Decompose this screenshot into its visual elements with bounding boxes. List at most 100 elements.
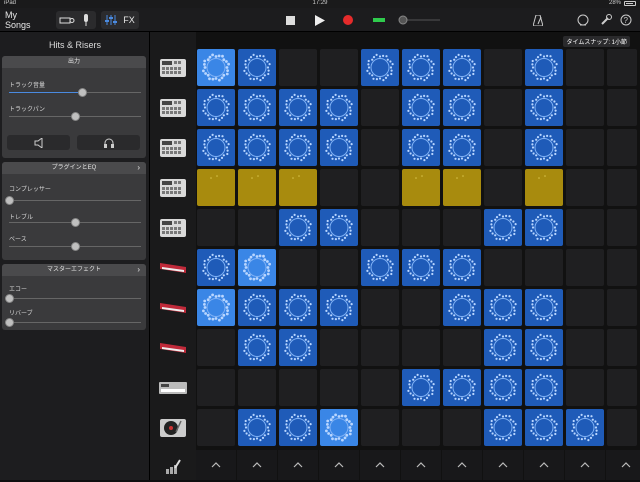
loop-cell[interactable] — [443, 89, 481, 126]
loop-cell[interactable] — [279, 289, 317, 326]
column-trigger-button[interactable] — [524, 450, 564, 480]
column-trigger-button[interactable] — [360, 450, 400, 480]
loop-cell[interactable] — [197, 129, 235, 166]
loop-cell[interactable] — [484, 409, 522, 446]
master-volume-slider[interactable] — [396, 11, 442, 29]
loop-cell[interactable] — [279, 329, 317, 366]
loop-cell[interactable] — [525, 129, 563, 166]
empty-cell[interactable] — [238, 209, 276, 246]
loop-cell[interactable] — [361, 49, 399, 86]
empty-cell[interactable] — [607, 169, 637, 206]
loop-cell[interactable] — [525, 369, 563, 406]
empty-cell[interactable] — [484, 49, 522, 86]
empty-cell[interactable] — [361, 129, 399, 166]
column-trigger-button[interactable] — [278, 450, 318, 480]
keyboard-icon[interactable] — [158, 253, 188, 283]
column-trigger-button[interactable] — [606, 450, 640, 480]
my-songs-button[interactable]: My Songs — [5, 10, 45, 30]
empty-cell[interactable] — [238, 369, 276, 406]
solo-button[interactable] — [77, 135, 140, 150]
treble-knob[interactable] — [9, 218, 141, 227]
empty-cell[interactable] — [320, 249, 358, 286]
loop-cell[interactable] — [238, 49, 276, 86]
empty-cell[interactable] — [361, 209, 399, 246]
empty-cell[interactable] — [361, 169, 399, 206]
empty-cell[interactable] — [361, 89, 399, 126]
empty-cell[interactable] — [443, 209, 481, 246]
loop-cell[interactable] — [525, 209, 563, 246]
loop-cell[interactable] — [320, 209, 358, 246]
loop-cell[interactable] — [484, 289, 522, 326]
empty-cell[interactable] — [197, 329, 235, 366]
empty-cell[interactable] — [607, 409, 637, 446]
empty-cell[interactable] — [320, 169, 358, 206]
loop-cell[interactable] — [238, 89, 276, 126]
drum-machine-icon[interactable] — [158, 133, 188, 163]
loop-cell[interactable] — [238, 169, 276, 206]
empty-cell[interactable] — [607, 329, 637, 366]
empty-cell[interactable] — [484, 249, 522, 286]
empty-cell[interactable] — [607, 49, 637, 86]
empty-cell[interactable] — [279, 369, 317, 406]
empty-cell[interactable] — [361, 289, 399, 326]
loop-cell[interactable] — [402, 169, 440, 206]
empty-cell[interactable] — [402, 329, 440, 366]
empty-cell[interactable] — [279, 49, 317, 86]
loop-cell[interactable] — [443, 129, 481, 166]
empty-cell[interactable] — [607, 289, 637, 326]
loop-cell[interactable] — [197, 169, 235, 206]
loop-cell[interactable] — [279, 129, 317, 166]
empty-cell[interactable] — [197, 409, 235, 446]
loop-cell[interactable] — [320, 289, 358, 326]
mute-button[interactable] — [7, 135, 70, 150]
empty-cell[interactable] — [566, 289, 604, 326]
play-button[interactable] — [312, 11, 328, 29]
empty-cell[interactable] — [566, 249, 604, 286]
loop-cell[interactable] — [279, 89, 317, 126]
loop-cell[interactable] — [525, 409, 563, 446]
controls-icon[interactable] — [103, 11, 119, 29]
column-trigger-button[interactable] — [319, 450, 359, 480]
empty-cell[interactable] — [566, 49, 604, 86]
empty-cell[interactable] — [402, 289, 440, 326]
empty-cell[interactable] — [566, 209, 604, 246]
sampler-icon[interactable] — [158, 373, 188, 403]
drum-machine-icon[interactable] — [158, 53, 188, 83]
turntable-icon[interactable] — [158, 413, 188, 443]
column-trigger-button[interactable] — [196, 450, 236, 480]
empty-cell[interactable] — [443, 409, 481, 446]
time-snap-label[interactable]: タイムスナップ: 1小節 — [563, 36, 630, 47]
empty-cell[interactable] — [525, 249, 563, 286]
empty-cell[interactable] — [607, 129, 637, 166]
loop-browser-icon[interactable] — [575, 11, 591, 29]
loop-cell[interactable] — [320, 89, 358, 126]
loop-cell[interactable] — [566, 409, 604, 446]
loop-cell[interactable] — [279, 209, 317, 246]
drum-machine-icon[interactable] — [158, 213, 188, 243]
loop-cell[interactable] — [197, 289, 235, 326]
empty-cell[interactable] — [566, 169, 604, 206]
loop-cell[interactable] — [238, 249, 276, 286]
loop-cell[interactable] — [525, 289, 563, 326]
empty-cell[interactable] — [484, 89, 522, 126]
loop-cell[interactable] — [238, 409, 276, 446]
plugins-header[interactable]: プラグインとEQ › — [2, 162, 146, 174]
loop-cell[interactable] — [443, 249, 481, 286]
empty-cell[interactable] — [607, 89, 637, 126]
column-trigger-button[interactable] — [483, 450, 523, 480]
empty-cell[interactable] — [402, 409, 440, 446]
loop-cell[interactable] — [197, 249, 235, 286]
loop-cell[interactable] — [484, 209, 522, 246]
loop-cell[interactable] — [238, 329, 276, 366]
loop-cell[interactable] — [402, 129, 440, 166]
drum-machine-icon[interactable] — [158, 93, 188, 123]
empty-cell[interactable] — [484, 129, 522, 166]
empty-cell[interactable] — [197, 369, 235, 406]
loop-cell[interactable] — [197, 49, 235, 86]
loop-cell[interactable] — [484, 369, 522, 406]
empty-cell[interactable] — [484, 169, 522, 206]
empty-cell[interactable] — [566, 329, 604, 366]
drum-machine-icon[interactable] — [158, 173, 188, 203]
empty-cell[interactable] — [361, 329, 399, 366]
column-trigger-button[interactable] — [401, 450, 441, 480]
